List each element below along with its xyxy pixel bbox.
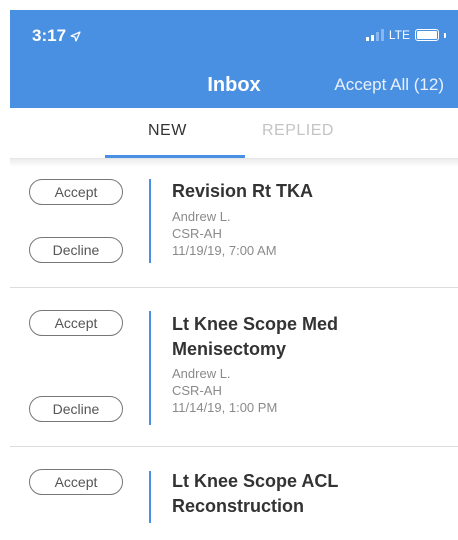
accept-button[interactable]: Accept — [29, 469, 123, 495]
item-name: Andrew L. — [172, 209, 231, 224]
item-title: Lt Knee Scope Med Menisectomy — [172, 312, 338, 362]
item-title-line: Lt Knee Scope Med — [172, 314, 339, 334]
location-arrow-icon — [70, 30, 81, 42]
item-title: Revision Rt TKA — [172, 179, 313, 204]
battery-icon — [415, 29, 439, 41]
item-accent-bar — [149, 179, 151, 263]
item-datetime: 11/14/19, 1:00 PM — [172, 400, 278, 415]
item-location: CSR-AH — [172, 383, 222, 398]
tab-bar: NEW REPLIED — [10, 108, 458, 159]
status-indicators: LTE — [365, 28, 446, 42]
item-datetime: 11/19/19, 7:00 AM — [172, 243, 277, 258]
item-meta: Andrew L. CSR-AH 11/19/19, 7:00 AM — [172, 208, 277, 259]
item-title-line: Revision Rt TKA — [172, 181, 314, 201]
status-time: 3:17 — [32, 26, 81, 46]
item-title-line: Reconstruction — [172, 496, 305, 516]
list-item[interactable]: Accept Lt Knee Scope ACL Reconstruction — [10, 447, 458, 540]
tab-shadow — [10, 159, 458, 167]
signal-icon — [365, 29, 384, 41]
item-title: Lt Knee Scope ACL Reconstruction — [172, 469, 338, 519]
list-item[interactable]: Accept Decline Revision Rt TKA Andrew L.… — [10, 167, 458, 288]
item-title-line: Menisectomy — [172, 339, 287, 359]
header-bar: 3:17 LTE Inbox Accept All (12) — [10, 10, 458, 108]
accept-button[interactable]: Accept — [29, 310, 123, 336]
tab-replied[interactable]: REPLIED — [262, 122, 334, 140]
tab-new[interactable]: NEW — [148, 122, 187, 140]
status-time-text: 3:17 — [32, 26, 67, 45]
accept-button[interactable]: Accept — [29, 179, 123, 205]
accept-all-button[interactable]: Accept All (12) — [334, 75, 444, 95]
list-item[interactable]: Accept Decline Lt Knee Scope Med Menisec… — [10, 288, 458, 447]
decline-button[interactable]: Decline — [29, 237, 123, 263]
item-title-line: Lt Knee Scope ACL — [172, 471, 339, 491]
active-tab-indicator — [105, 155, 245, 158]
network-label: LTE — [388, 28, 410, 42]
item-location: CSR-AH — [172, 226, 222, 241]
item-name: Andrew L. — [172, 366, 231, 381]
item-meta: Andrew L. CSR-AH 11/14/19, 1:00 PM — [172, 365, 277, 416]
decline-button[interactable]: Decline — [29, 396, 123, 422]
item-accent-bar — [149, 311, 151, 425]
battery-tip — [444, 32, 446, 38]
item-accent-bar — [149, 471, 151, 523]
